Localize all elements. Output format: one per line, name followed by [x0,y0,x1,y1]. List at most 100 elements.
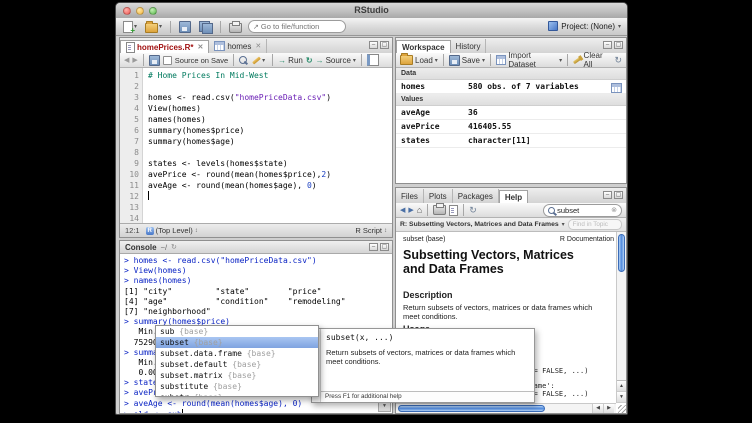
completion-item[interactable]: substitute {base} [156,381,318,392]
tab-homeprices-r[interactable]: homePrices.R* ✕ [120,40,209,54]
goto-file-function-box[interactable]: ↗ [248,20,346,33]
code-editor[interactable]: 1# Home Prices In Mid-West23homes <- rea… [120,68,392,223]
home-icon[interactable]: ⌂ [417,206,422,215]
source-button[interactable]: →Source▾ [316,56,356,65]
workspace-object-row[interactable]: statescharacter[11] [396,134,626,148]
compile-notebook-icon[interactable] [367,54,379,66]
forward-icon[interactable]: ▶ [132,56,137,64]
completion-package: {base} [232,360,261,369]
save-workspace-button[interactable]: Save▾ [449,55,485,66]
print-button[interactable] [227,20,244,34]
maximize-pane-button[interactable]: ▢ [380,243,389,251]
scrollbar-thumb[interactable] [618,234,625,272]
completion-item[interactable]: subset.default {base} [156,359,318,370]
minimize-pane-button[interactable]: ‒ [369,41,378,49]
maximize-pane-button[interactable]: ▢ [614,41,623,49]
completion-package: {base} [247,349,276,358]
code-line[interactable]: 6summary(homes$price) [120,125,392,136]
scrollbar-thumb[interactable] [398,405,545,412]
save-all-button[interactable] [197,20,214,33]
code-line[interactable]: 8 [120,147,392,158]
refresh-icon[interactable]: ↻ [171,243,177,252]
code-tools-button[interactable]: ▾ [250,56,267,65]
function-signature: subset(x, ...) [326,333,393,342]
refresh-icon[interactable]: ↻ [614,56,622,65]
view-data-icon[interactable] [611,83,622,93]
code-line[interactable]: 12 [120,191,392,202]
resize-grip[interactable] [618,405,626,413]
console-prompt-line[interactable]: > old <- sub [124,409,392,413]
completion-item[interactable]: sub {base} [156,326,318,337]
find-in-topic-input[interactable]: Find in Topic [568,219,622,230]
file-type-selector[interactable]: R Script ↕ [355,226,387,235]
close-tab-icon[interactable]: ✕ [255,42,261,50]
scroll-right-icon[interactable]: ▶ [603,404,614,413]
minimize-pane-button[interactable]: ‒ [369,243,378,251]
scroll-left-icon[interactable]: ◀ [592,404,603,413]
completion-item[interactable]: subset.matrix {base} [156,370,318,381]
scroll-up-icon[interactable]: ▲ [617,381,626,392]
completion-item[interactable]: subset.data.frame {base} [156,348,318,359]
refresh-icon[interactable]: ↻ [469,206,477,215]
completion-item[interactable]: substr {base} [156,392,318,396]
completion-name: subset.data.frame [160,349,247,358]
minimize-pane-button[interactable]: ‒ [603,41,612,49]
tab-help[interactable]: Help [499,190,528,204]
code-line[interactable]: 9states <- levels(homes$state) [120,158,392,169]
tab-plots[interactable]: Plots [424,189,453,203]
help-search-box[interactable]: ⊗ [543,204,622,217]
new-file-button[interactable]: ▾ [121,20,139,34]
save-button[interactable] [177,20,193,34]
help-topic-title[interactable]: R: Subsetting Vectors, Matrices and Data… [400,221,559,228]
code-line[interactable]: 4View(homes) [120,103,392,114]
code-line[interactable]: 5names(homes) [120,114,392,125]
workspace-object-row[interactable]: aveAge36 [396,106,626,120]
console-title: Console [125,243,157,252]
rerun-icon[interactable]: ↻ [306,56,313,65]
code-line[interactable]: 14 [120,213,392,223]
scope-selector[interactable]: R (Top Level) ↕ [146,226,198,235]
code-line[interactable]: 10avePrice <- round(mean(homes$price),2) [120,169,392,180]
close-tab-icon[interactable]: ✕ [197,43,203,51]
code-line[interactable]: 11aveAge <- round(mean(homes$age), 0) [120,180,392,191]
load-workspace-button[interactable]: Load▾ [400,55,438,65]
minimize-pane-button[interactable]: ‒ [603,191,612,199]
chevron-down-icon[interactable]: ▾ [562,221,565,228]
open-in-new-window-icon[interactable] [449,205,458,216]
tab-history[interactable]: History [451,39,487,53]
clear-search-icon[interactable]: ⊗ [611,206,617,214]
scroll-down-icon[interactable]: ▼ [617,392,626,403]
code-line[interactable]: 7summary(homes$age) [120,136,392,147]
tab-homes-data[interactable]: homes ✕ [209,39,267,53]
search-icon[interactable] [239,56,247,64]
code-line[interactable]: 2 [120,81,392,92]
completion-item[interactable]: subset {base} [156,337,318,348]
forward-icon[interactable]: ▶ [408,206,413,214]
code-line[interactable]: 3homes <- read.csv("homePriceData.csv") [120,92,392,103]
project-menu-button[interactable]: Project: (None) ▾ [548,21,621,31]
workspace-object-row[interactable]: avePrice416405.55 [396,120,626,134]
tab-packages[interactable]: Packages [453,189,499,203]
code-line[interactable]: 13 [120,202,392,213]
tab-files[interactable]: Files [396,189,424,203]
clear-all-button[interactable]: Clear All [573,51,611,69]
maximize-pane-button[interactable]: ▢ [614,191,623,199]
back-icon[interactable]: ◀ [400,206,405,214]
help-vertical-scrollbar[interactable]: ▲ ▼ [616,232,626,403]
import-dataset-button[interactable]: Import Dataset▾ [496,51,562,69]
save-icon[interactable] [149,55,160,66]
back-icon[interactable]: ◀ [124,56,129,64]
run-button[interactable]: →Run [278,56,303,65]
object-value: character[11] [468,134,531,147]
tab-workspace[interactable]: Workspace [396,40,451,54]
source-on-save-checkbox[interactable] [163,56,172,65]
open-file-button[interactable]: ▾ [143,20,164,34]
workspace-object-row[interactable]: homes580 obs. of 7 variables [396,80,626,94]
toolbar-separator [443,54,444,66]
print-icon[interactable] [433,205,446,215]
maximize-pane-button[interactable]: ▢ [380,41,389,49]
goto-file-function-input[interactable] [261,22,331,31]
code-line[interactable]: 1# Home Prices In Mid-West [120,70,392,81]
help-horizontal-scrollbar[interactable]: ◀ ▶ [396,403,616,413]
help-search-input[interactable] [557,206,609,215]
